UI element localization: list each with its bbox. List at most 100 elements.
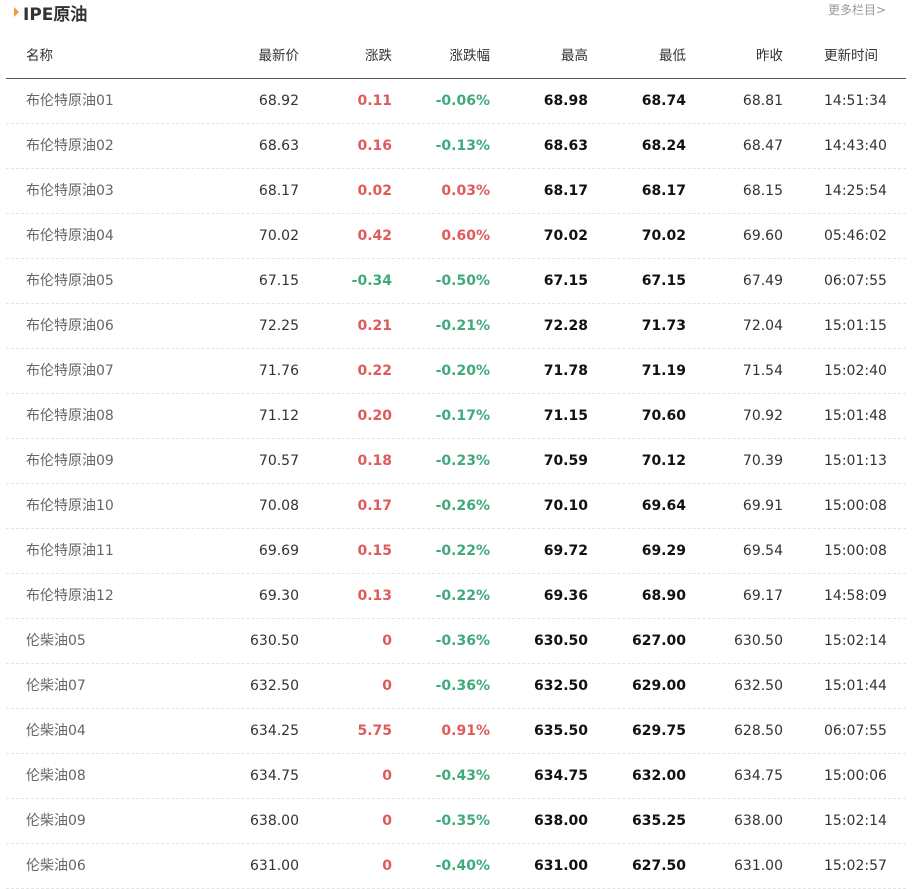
low-price: 627.50 [631,858,686,874]
instrument-name[interactable]: 布伦特原油11 [26,529,114,573]
high-price: 631.00 [533,858,588,874]
instrument-name[interactable]: 布伦特原油03 [26,169,114,213]
instrument-name[interactable]: 伦柴油09 [26,799,86,843]
instrument-name[interactable]: 伦柴油07 [26,664,86,708]
last-price: 68.63 [258,138,299,154]
more-columns-link[interactable]: 更多栏目> [828,1,886,18]
instrument-name[interactable]: 伦柴油06 [26,844,86,888]
update-time: 15:02:14 [824,813,887,829]
table-row[interactable]: 伦柴油05 630.50 0 -0.36% 630.50 627.00 630.50 15:0… [6,619,906,664]
price-change: 0.22 [357,363,392,379]
price-change: 0.20 [357,408,392,424]
last-price: 634.75 [250,768,299,784]
high-price: 68.98 [543,93,588,109]
update-time: 15:00:08 [824,498,887,514]
low-price: 68.24 [641,138,686,154]
high-price: 69.36 [543,588,588,604]
low-price: 71.19 [641,363,686,379]
low-price: 67.15 [641,273,686,289]
update-time: 14:25:54 [824,183,887,199]
last-price: 68.92 [258,93,299,109]
instrument-name[interactable]: 布伦特原油02 [26,124,114,168]
instrument-name[interactable]: 布伦特原油12 [26,574,114,618]
price-change: 0 [382,768,392,784]
instrument-name[interactable]: 布伦特原油09 [26,439,114,483]
table-row[interactable]: 伦柴油08 634.75 0 -0.43% 634.75 632.00 634.75 15:0… [6,754,906,799]
instrument-name[interactable]: 伦柴油08 [26,754,86,798]
table-row[interactable]: 布伦特原油10 70.08 0.17 -0.26% 70.10 69.64 69.91 15:… [6,484,906,529]
prev-close: 69.17 [742,588,783,604]
price-change: 0.16 [357,138,392,154]
table-row[interactable]: 布伦特原油01 68.92 0.11 -0.06% 68.98 68.74 68.81 14:… [6,79,906,124]
high-price: 71.15 [543,408,588,424]
instrument-name[interactable]: 布伦特原油05 [26,259,114,303]
table-row[interactable]: 布伦特原油08 71.12 0.20 -0.17% 71.15 70.60 70.92 15:… [6,394,906,439]
instrument-name[interactable]: 伦柴油05 [26,619,86,663]
update-time: 15:00:08 [824,543,887,559]
update-time: 15:02:14 [824,633,887,649]
change-percent: -0.36% [435,678,490,694]
last-price: 630.50 [250,633,299,649]
low-price: 68.74 [641,93,686,109]
prev-close: 68.47 [742,138,783,154]
table-row[interactable]: 布伦特原油02 68.63 0.16 -0.13% 68.63 68.24 68.47 14:… [6,124,906,169]
column-header-high[interactable]: 最高 [561,34,588,79]
low-price: 635.25 [631,813,686,829]
instrument-name[interactable]: 伦柴油04 [26,709,86,753]
low-price: 632.00 [631,768,686,784]
prev-close: 69.54 [742,543,783,559]
update-time: 05:46:02 [824,228,887,244]
table-header-row: 名称 最新价 涨跌 涨跌幅 最高 最低 昨收 更新时间 [6,34,906,79]
table-row[interactable]: 布伦特原油12 69.30 0.13 -0.22% 69.36 68.90 69.17 14:… [6,574,906,619]
column-header-update-time[interactable]: 更新时间 [824,34,878,79]
price-change: 0.15 [357,543,392,559]
section-title: IPE原油 [23,4,88,25]
change-percent: -0.22% [435,543,490,559]
title-arrow-icon [14,6,19,17]
last-price: 69.30 [258,588,299,604]
price-change: 5.75 [357,723,392,739]
low-price: 629.00 [631,678,686,694]
high-price: 70.10 [543,498,588,514]
update-time: 14:58:09 [824,588,887,604]
low-price: 627.00 [631,633,686,649]
table-row[interactable]: 伦柴油09 638.00 0 -0.35% 638.00 635.25 638.00 15:0… [6,799,906,844]
high-price: 70.59 [543,453,588,469]
table-row[interactable]: 布伦特原油05 67.15 -0.34 -0.50% 67.15 67.15 67.49 06… [6,259,906,304]
high-price: 70.02 [543,228,588,244]
column-header-last[interactable]: 最新价 [259,34,300,79]
instrument-name[interactable]: 布伦特原油10 [26,484,114,528]
instrument-name[interactable]: 布伦特原油07 [26,349,114,393]
table-row[interactable]: 布伦特原油09 70.57 0.18 -0.23% 70.59 70.12 70.39 15:… [6,439,906,484]
prev-close: 628.50 [734,723,783,739]
last-price: 631.00 [250,858,299,874]
high-price: 634.75 [533,768,588,784]
instrument-name[interactable]: 布伦特原油06 [26,304,114,348]
column-header-name[interactable]: 名称 [26,34,53,79]
prev-close: 634.75 [734,768,783,784]
column-header-change[interactable]: 涨跌 [365,34,392,79]
table-row[interactable]: 布伦特原油06 72.25 0.21 -0.21% 72.28 71.73 72.04 15:… [6,304,906,349]
change-percent: -0.21% [435,318,490,334]
update-time: 15:01:15 [824,318,887,334]
column-header-change-pct[interactable]: 涨跌幅 [450,34,491,79]
price-change: 0.13 [357,588,392,604]
last-price: 70.57 [258,453,299,469]
update-time: 14:51:34 [824,93,887,109]
change-percent: -0.36% [435,633,490,649]
table-row[interactable]: 布伦特原油03 68.17 0.02 0.03% 68.17 68.17 68.15 14:2… [6,169,906,214]
instrument-name[interactable]: 布伦特原油01 [26,79,114,123]
table-row[interactable]: 布伦特原油11 69.69 0.15 -0.22% 69.72 69.29 69.54 15:… [6,529,906,574]
high-price: 635.50 [533,723,588,739]
column-header-low[interactable]: 最低 [659,34,686,79]
table-row[interactable]: 布伦特原油04 70.02 0.42 0.60% 70.02 70.02 69.60 05:4… [6,214,906,259]
last-price: 632.50 [250,678,299,694]
column-header-prev-close[interactable]: 昨收 [756,34,783,79]
table-row[interactable]: 伦柴油06 631.00 0 -0.40% 631.00 627.50 631.00 15:0… [6,844,906,889]
table-row[interactable]: 伦柴油07 632.50 0 -0.36% 632.50 629.00 632.50 15:0… [6,664,906,709]
instrument-name[interactable]: 布伦特原油04 [26,214,114,258]
table-row[interactable]: 伦柴油04 634.25 5.75 0.91% 635.50 629.75 628.50 06… [6,709,906,754]
prev-close: 67.49 [742,273,783,289]
table-row[interactable]: 布伦特原油07 71.76 0.22 -0.20% 71.78 71.19 71.54 15:… [6,349,906,394]
instrument-name[interactable]: 布伦特原油08 [26,394,114,438]
